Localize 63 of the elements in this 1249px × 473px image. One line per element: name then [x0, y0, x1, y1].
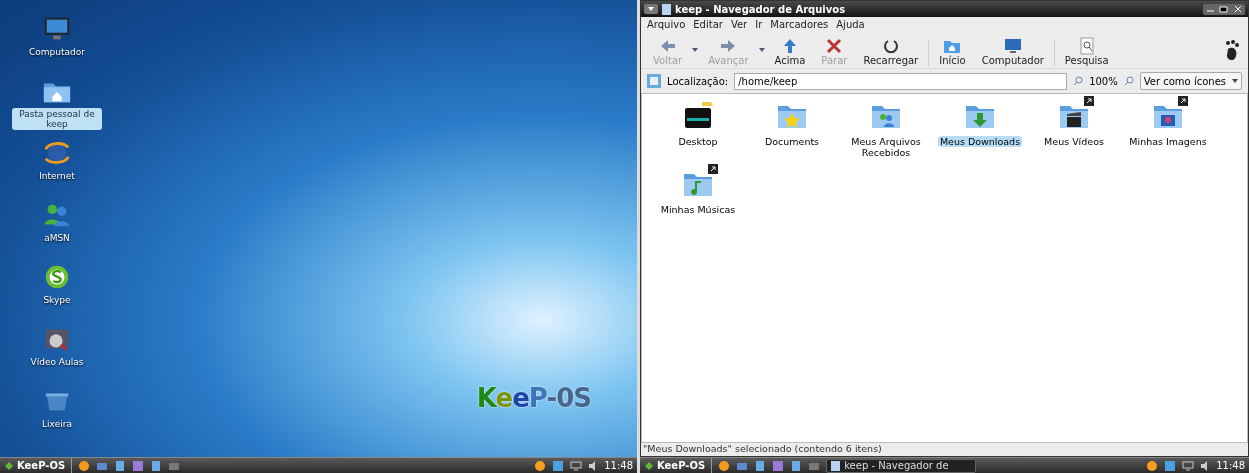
- launcher-icon[interactable]: [150, 459, 163, 472]
- network-icon[interactable]: [570, 459, 583, 472]
- menu-item[interactable]: Ajuda: [836, 19, 865, 30]
- caret-icon: [1232, 79, 1238, 83]
- toolbar-button[interactable]: Computador: [975, 34, 1050, 66]
- clock: 11:48: [1216, 460, 1245, 471]
- menu-item[interactable]: Marcadores: [770, 19, 829, 30]
- desktop-icon-label[interactable]: Internet: [37, 170, 77, 182]
- launcher-icon[interactable]: [718, 459, 731, 472]
- launcher-icon[interactable]: [754, 459, 767, 472]
- status-text: "Meus Downloads" selecionado (contendo 6 itens): [642, 443, 883, 456]
- window-menu-icon[interactable]: [644, 4, 658, 14]
- tray-icon[interactable]: [1164, 459, 1177, 472]
- launcher-icon[interactable]: [114, 459, 127, 472]
- search-icon: [1077, 37, 1096, 55]
- start-button[interactable]: KeeP-OS: [644, 458, 713, 473]
- toolbar-button[interactable]: Pesquisa: [1058, 34, 1115, 66]
- desktop-icon-label[interactable]: Lixeira: [40, 418, 74, 430]
- location-toggle-icon[interactable]: [647, 74, 661, 88]
- desktop-icon-label[interactable]: Pasta pessoal de keep: [12, 108, 102, 130]
- window-title: keep - Navegador de Arquivos: [675, 3, 846, 15]
- file-label[interactable]: Desktop: [676, 136, 720, 147]
- file-manager-icon: [831, 460, 841, 471]
- file-label[interactable]: Minhas Músicas: [658, 204, 738, 215]
- view-dropdown[interactable]: Ver como ícones: [1139, 72, 1242, 90]
- close-icon: [825, 37, 844, 55]
- location-field[interactable]: /home/keep: [734, 72, 1068, 90]
- taskbar-window-button[interactable]: keep - Navegador de: [826, 458, 977, 473]
- file-manager-icon: [662, 3, 671, 15]
- file-label[interactable]: Meus Arquivos Recebidos: [840, 136, 932, 158]
- gear-icon[interactable]: [1146, 459, 1159, 472]
- file-label[interactable]: Documents: [762, 136, 822, 147]
- clock: 11:48: [604, 460, 633, 471]
- tray-icon[interactable]: [552, 459, 565, 472]
- file-label[interactable]: Minhas Imagens: [1127, 136, 1209, 147]
- desktop-icon-label[interactable]: Vídeo Aulas: [28, 356, 86, 368]
- menu-item[interactable]: Ver: [730, 19, 748, 30]
- file-label[interactable]: Meus Downloads: [937, 136, 1023, 147]
- launcher-icon[interactable]: [132, 459, 145, 472]
- file-label[interactable]: Meus Vídeos: [1042, 136, 1106, 147]
- monitor-icon: [1003, 37, 1022, 55]
- window-controls-icon[interactable]: [1203, 3, 1245, 15]
- network-icon[interactable]: [1182, 459, 1195, 472]
- reload-icon: [881, 37, 900, 55]
- menu-item[interactable]: Arquivo: [647, 19, 686, 30]
- zoom-in-icon[interactable]: [1123, 76, 1134, 86]
- gear-icon[interactable]: [534, 459, 547, 472]
- menu-item[interactable]: Editar: [693, 19, 723, 30]
- toolbar-button[interactable]: Acima: [768, 34, 812, 66]
- menu-item[interactable]: Ir: [755, 19, 763, 30]
- logo: KeeP-0S: [476, 383, 591, 413]
- toolbar-button[interactable]: Recarregar: [857, 34, 925, 66]
- desktop-icon-label[interactable]: Skype: [41, 294, 73, 306]
- launcher-icon[interactable]: [790, 459, 803, 472]
- launcher-icon[interactable]: [78, 459, 91, 472]
- zoom-level: 100%: [1089, 75, 1118, 87]
- location-label: Localização:: [667, 75, 729, 87]
- toolbar-button[interactable]: Início: [933, 34, 972, 66]
- desktop-icon-label[interactable]: Computador: [27, 46, 87, 58]
- launcher-icon[interactable]: [772, 459, 785, 472]
- desktop-icon-label[interactable]: aMSN: [42, 232, 72, 244]
- start-button[interactable]: KeeP-OS: [4, 458, 73, 473]
- zoom-out-icon[interactable]: [1073, 76, 1084, 86]
